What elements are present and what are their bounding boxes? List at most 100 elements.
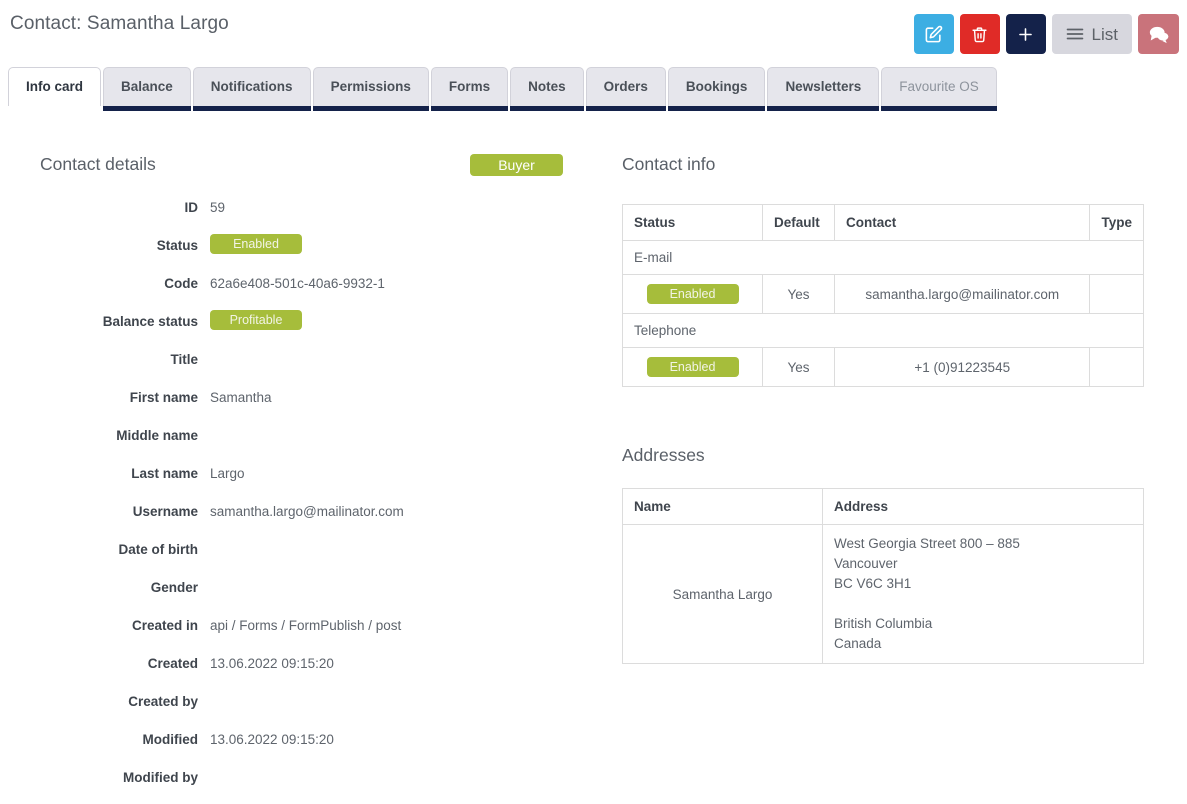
detail-row: Date of birth [0,540,600,578]
detail-label: Created by [128,694,198,709]
contact-value-cell: samantha.largo@mailinator.com [833,274,1091,314]
detail-row: Created by [0,692,600,730]
add-button[interactable] [1005,14,1046,54]
detail-value: Enabled [210,234,600,256]
contact-details-panel: Contact details Buyer ID 59 Status Enabled C… [0,140,600,804]
tab-info-card[interactable]: Info card [8,67,102,106]
column-header: Status [622,204,763,241]
contact-details-list: ID 59 Status Enabled Code 62a6e408-501c-40a6-… [0,198,600,804]
address-line: Canada [834,636,882,651]
column-header: Default [762,204,835,241]
detail-label: Username [132,504,198,519]
contact-info-table-body: E-mail Enabled Yes samantha.largo@mailinato… [622,240,1144,387]
detail-label: Created [147,656,198,671]
address-spacer [834,594,1132,614]
detail-row: Modified by [0,768,600,804]
detail-label: Modified by [123,770,198,785]
tab-label: Balance [121,79,173,94]
addresses-table-head: Name Address [622,488,1144,525]
address-line: BC V6C 3H1 [834,576,912,591]
address-line: British Columbia [834,616,933,631]
detail-row: Created 13.06.2022 09:15:20 [0,654,600,692]
detail-label: Title [170,352,198,367]
detail-row: Created in api / Forms / FormPublish / po… [0,616,600,654]
contact-info-table-head: Status Default Contact Type [622,204,1144,241]
contact-group-row: Telephone [622,313,1144,348]
list-button[interactable]: List [1051,14,1132,54]
hamburger-icon [1066,27,1084,41]
detail-value: 13.06.2022 09:15:20 [210,656,334,671]
chat-icon [1148,25,1169,44]
detail-value: Profitable [210,310,600,332]
detail-label: Date of birth [118,542,199,557]
tab-bar: Info card Balance Notifications Permissions… [8,67,997,111]
tab-label: Orders [603,79,648,94]
contact-card-page: Contact: Samantha Largo List Info card B… [0,0,1187,804]
status-badge: Enabled [646,284,739,304]
contact-group-label: E-mail [622,240,1144,275]
detail-row: Modified 13.06.2022 09:15:20 [0,730,600,768]
detail-row: Title [0,350,600,388]
status-badge: Enabled [646,357,739,377]
address-name-cell: Samantha Largo [622,524,823,664]
detail-value: samantha.largo@mailinator.com [210,504,404,519]
tab-notes[interactable]: Notes [510,67,584,111]
table-row[interactable]: Samantha Largo West Georgia Street 800 – … [622,524,1144,664]
contact-info-header: Contact info [622,140,1152,182]
contact-info-table: Status Default Contact Type E-mail Enabled Ye… [622,204,1144,387]
detail-value: 62a6e408-501c-40a6-9932-1 [210,276,385,291]
tab-permissions[interactable]: Permissions [312,67,430,111]
tab-label: Notes [528,79,566,94]
tab-forms[interactable]: Forms [430,67,509,111]
detail-row: Balance status Profitable [0,310,600,350]
tab-label: Favourite OS [899,79,979,94]
contact-default-cell: Yes [762,274,835,314]
contact-status-cell: Enabled [622,347,763,387]
address-value-cell: West Georgia Street 800 – 885 Vancouver BC… [822,524,1144,664]
addresses-table: Name Address Samantha Largo West Georgia S… [622,488,1144,664]
table-row[interactable]: Enabled Yes samantha.largo@mailinator.com [622,274,1144,314]
detail-label: Created in [131,618,198,633]
detail-value: 13.06.2022 09:15:20 [210,732,334,747]
tab-label: Newsletters [785,79,862,94]
right-column: Contact info Status Default Contact Type E-… [622,140,1152,664]
delete-button[interactable] [959,14,1000,54]
edit-button[interactable] [913,14,954,54]
detail-label: Gender [150,580,198,595]
detail-label: Balance status [102,314,198,329]
column-header: Type [1089,204,1144,241]
tab-balance[interactable]: Balance [103,67,191,111]
detail-label: Modified [142,732,199,747]
contact-info-title: Contact info [622,154,716,174]
address-line: West Georgia Street 800 – 885 [834,536,1020,551]
tab-label: Bookings [685,79,748,94]
addresses-table-body: Samantha Largo West Georgia Street 800 – … [622,524,1144,664]
tab-favourite-os[interactable]: Favourite OS [881,67,997,111]
plus-icon [1016,25,1035,44]
tab-notifications[interactable]: Notifications [192,67,311,111]
contact-info-table-wrap: Status Default Contact Type E-mail Enabled Ye… [622,204,1152,387]
tab-bookings[interactable]: Bookings [667,67,766,111]
address-line: Vancouver [834,556,898,571]
detail-row: Status Enabled [0,234,600,274]
table-row[interactable]: Enabled Yes +1 (0)91223545 [622,347,1144,387]
contact-default-cell: Yes [762,347,835,387]
detail-row: Username samantha.largo@mailinator.com [0,502,600,540]
detail-row: Gender [0,578,600,616]
column-header: Contact [833,204,1091,241]
addresses-table-wrap: Name Address Samantha Largo West Georgia S… [622,488,1152,664]
contact-group-row: E-mail [622,240,1144,275]
contact-details-title: Contact details [40,154,156,174]
edit-icon [924,25,943,44]
detail-label: First name [129,390,198,405]
chat-button[interactable] [1138,14,1179,54]
tab-newsletters[interactable]: Newsletters [767,67,880,111]
status-badge: Profitable [210,310,302,330]
tab-label: Info card [26,79,84,94]
tab-orders[interactable]: Orders [585,67,667,111]
tab-label: Forms [448,79,491,94]
detail-row: Last name Largo [0,464,600,502]
contact-type-cell [1089,274,1144,314]
addresses-header: Addresses [622,445,1152,466]
tab-label: Permissions [330,79,411,94]
